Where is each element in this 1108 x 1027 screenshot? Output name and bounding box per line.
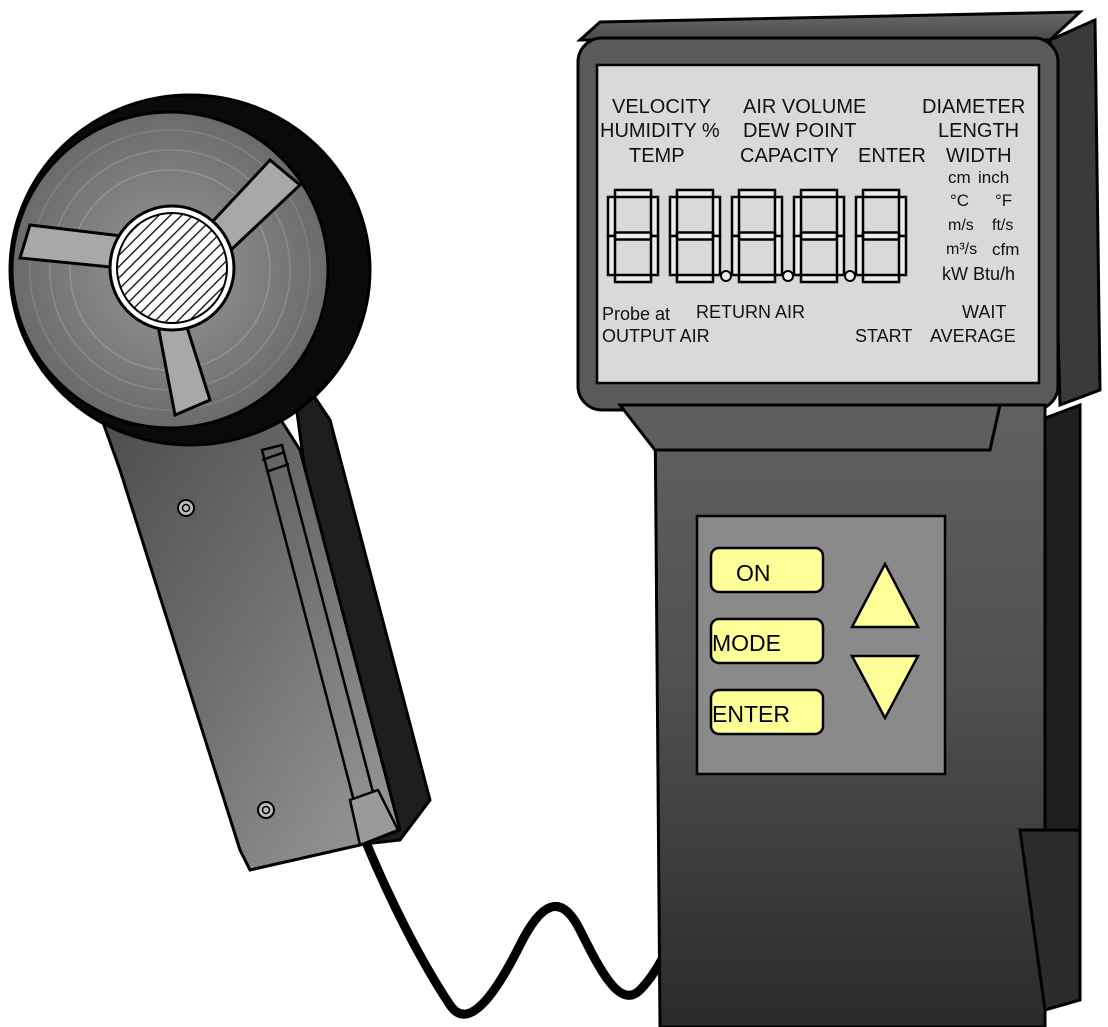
lcd-segment [835,195,846,238]
enter-button-label: ENTER [712,701,790,727]
screw-icon [257,801,275,819]
unit-cfm: cfm [992,240,1019,259]
unit-m3s: m³/s [946,241,977,258]
lcd-segment [675,231,715,241]
unit-kw: kW [942,264,968,284]
lcd-segment [773,234,784,277]
lcd-label-enter: ENTER [858,145,926,167]
lcd-segment [792,195,803,238]
lcd-segment [773,195,784,238]
lcd-segment [799,231,839,241]
lcd-label-return-air: RETURN AIR [696,302,805,322]
meter-unit: VELOCITY HUMIDITY % TEMP AIR VOLUME DEW … [576,10,1102,1027]
anemometer-illustration: VELOCITY HUMIDITY % TEMP AIR VOLUME DEW … [8,10,1102,1027]
enter-button[interactable]: ENTER [709,688,825,736]
lcd-segment [799,273,839,284]
lcd-label-width: WIDTH [946,145,1012,167]
lcd-segment [861,273,901,284]
lcd-segment [675,188,715,199]
lcd-label-humidity: HUMIDITY % [600,120,720,142]
lcd-label-start: START [855,326,912,346]
lcd-label-probe-at: Probe at [602,304,670,324]
lcd-segment [730,234,741,277]
lcd-segment [737,188,777,199]
lcd-segment [861,231,901,241]
unit-deg-c: °C [950,191,969,210]
screw-icon [177,499,195,517]
lcd-segment [854,195,865,238]
unit-inch: inch [978,168,1009,187]
lcd-segment [613,231,653,241]
lcd-segment [737,273,777,284]
unit-deg-f: °F [995,191,1012,210]
unit-cm: cm [948,168,971,187]
lcd-label-dew-point: DEW POINT [743,120,856,142]
lcd-label-air-volume: AIR VOLUME [743,96,866,118]
lcd-decimal-point [844,270,856,282]
unit-ms: m/s [948,217,974,234]
unit-fts: ft/s [992,217,1013,234]
mode-button-label: MODE [712,630,781,656]
lcd-segment [730,195,741,238]
lcd-segment [649,234,660,277]
lcd-segment [675,273,715,284]
lcd-segment [606,234,617,277]
meter-top [576,10,1084,42]
lcd-segment [792,234,803,277]
mode-button[interactable]: MODE [709,617,825,665]
on-button[interactable]: ON [709,546,825,594]
lcd-segment [668,234,679,277]
lcd-segment [854,234,865,277]
lcd-label-output-air: OUTPUT AIR [602,326,710,346]
lcd-segment [668,195,679,238]
lcd-label-wait: WAIT [962,302,1006,322]
lcd-segment [799,188,839,199]
lcd-segment [737,231,777,241]
lcd-label-temp: TEMP [629,145,685,167]
lcd-segment [861,188,901,199]
lcd-segment [613,273,653,284]
lcd-segment [613,188,653,199]
lcd-segment [606,195,617,238]
lcd-label-velocity: VELOCITY [612,96,711,118]
lcd-label-average: AVERAGE [930,326,1016,346]
lcd-segment [711,234,722,277]
lcd-segment [711,195,722,238]
probe [8,93,432,872]
lcd-segment [649,195,660,238]
lcd-decimal-point [720,270,732,282]
lcd-label-diameter: DIAMETER [922,96,1025,118]
lcd-decimal-point [782,270,794,282]
lcd-segment [897,195,908,238]
unit-btuh: Btu/h [973,264,1015,284]
on-button-label: ON [736,560,771,586]
lcd-label-length: LENGTH [938,120,1019,142]
lcd-segment [897,234,908,277]
lcd-label-capacity: CAPACITY [740,145,839,167]
probe-cable [360,835,685,1019]
lcd-segment [835,234,846,277]
